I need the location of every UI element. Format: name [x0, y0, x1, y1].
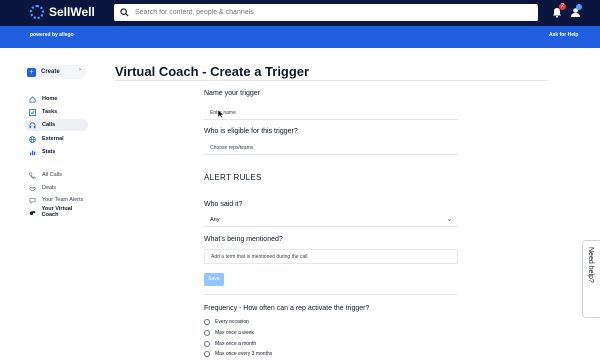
whistle-icon — [29, 210, 36, 215]
who-said-value: Any — [210, 216, 220, 223]
divider — [115, 80, 548, 81]
radio-label: Max once a week — [215, 330, 254, 336]
frequency-label: Frequency - How often can a rep activate… — [204, 305, 370, 312]
sidebar-item-calls[interactable]: Calls — [24, 119, 88, 131]
save-button[interactable]: Save — [204, 273, 224, 286]
globe-icon — [29, 135, 36, 143]
sidebar-subitem-label: Deals — [42, 185, 57, 191]
need-help-label: Need help? — [587, 247, 594, 283]
frequency-option-every-occasion[interactable]: Every occasion — [204, 319, 249, 325]
radio-label: Max once a month — [215, 341, 257, 347]
search-input[interactable] — [135, 9, 515, 16]
search-icon — [120, 8, 129, 17]
status-badge — [576, 4, 582, 10]
logo-mark-icon — [30, 5, 44, 19]
sidebar-item-label: External — [42, 136, 64, 142]
radio-button[interactable] — [204, 330, 210, 336]
headset-icon — [29, 121, 36, 128]
radio-button[interactable] — [204, 351, 210, 357]
sidebar-item-label: Tasks — [42, 109, 58, 115]
chevron-right-icon: › — [79, 67, 81, 73]
frequency-option-3-months[interactable]: Max once every 3 months — [204, 351, 272, 357]
sidebar-subitem-label: Your Team Alerts — [42, 197, 84, 203]
sidebar-item-external[interactable]: External — [24, 133, 88, 145]
sidebar-subitem-team-alerts[interactable]: Your Team Alerts — [24, 194, 88, 206]
sidebar-subitem-all-calls[interactable]: All Calls — [24, 169, 88, 181]
reps-teams-input[interactable]: Choose reps/teams — [204, 141, 458, 155]
plus-icon: + — [27, 67, 36, 77]
search-bar[interactable] — [114, 4, 538, 21]
create-button[interactable]: + Create › — [24, 65, 86, 79]
ask-for-help-link[interactable]: Ask for Help — [549, 32, 578, 38]
name-label: Name your trigger — [204, 90, 261, 97]
message-icon — [29, 197, 36, 204]
mouse-cursor-icon — [218, 110, 224, 118]
frequency-option-month[interactable]: Max once a month — [204, 341, 256, 347]
chart-icon — [29, 150, 36, 155]
home-icon — [29, 95, 36, 103]
sidebar-item-label: Stats — [42, 149, 56, 155]
sidebar-item-tasks[interactable]: Tasks — [24, 106, 88, 118]
app-logo[interactable]: SellWell — [30, 5, 95, 19]
create-label: Create — [41, 69, 60, 75]
sidebar-item-home[interactable]: Home — [24, 93, 88, 105]
notification-badge: 2 — [559, 3, 566, 10]
alert-rules-heading: ALERT RULES — [204, 173, 262, 182]
powered-by-label: powered by allego — [30, 32, 74, 38]
radio-label: Max once every 3 months — [215, 351, 273, 357]
sidebar-subitem-label: Your Virtual Coach — [41, 206, 73, 218]
who-said-select[interactable]: Any ⌄ — [204, 213, 458, 227]
sidebar-subitem-deals[interactable]: Deals — [24, 182, 88, 194]
page-title: Virtual Coach - Create a Trigger — [115, 64, 310, 79]
radio-button[interactable] — [204, 341, 210, 347]
term-input[interactable]: Add a term that is mentioned during the … — [204, 249, 458, 264]
handshake-icon — [29, 186, 36, 191]
need-help-tab[interactable]: Need help? — [582, 240, 600, 318]
trigger-name-input[interactable]: Enter name — [204, 106, 458, 120]
sub-bar — [0, 26, 600, 48]
check-icon — [29, 108, 36, 116]
sidebar-subitem-label: All Calls — [42, 172, 62, 178]
mentioned-label: What's being mentioned? — [204, 236, 283, 243]
chevron-down-icon: ⌄ — [446, 217, 452, 223]
radio-button[interactable] — [204, 319, 210, 325]
app-name: SellWell — [49, 5, 95, 19]
sidebar-item-label: Home — [42, 96, 58, 102]
eligible-label: Who is eligible for this trigger? — [204, 128, 298, 135]
frequency-option-week[interactable]: Max once a week — [204, 330, 254, 336]
radio-label: Every occasion — [215, 319, 249, 325]
phone-icon — [29, 172, 36, 179]
sidebar-item-label: Calls — [42, 122, 56, 128]
sidebar-subitem-virtual-coach[interactable]: Your Virtual Coach — [24, 206, 88, 218]
sidebar-item-stats[interactable]: Stats — [24, 146, 88, 158]
divider — [204, 294, 458, 295]
who-said-label: Who said it? — [204, 201, 243, 208]
